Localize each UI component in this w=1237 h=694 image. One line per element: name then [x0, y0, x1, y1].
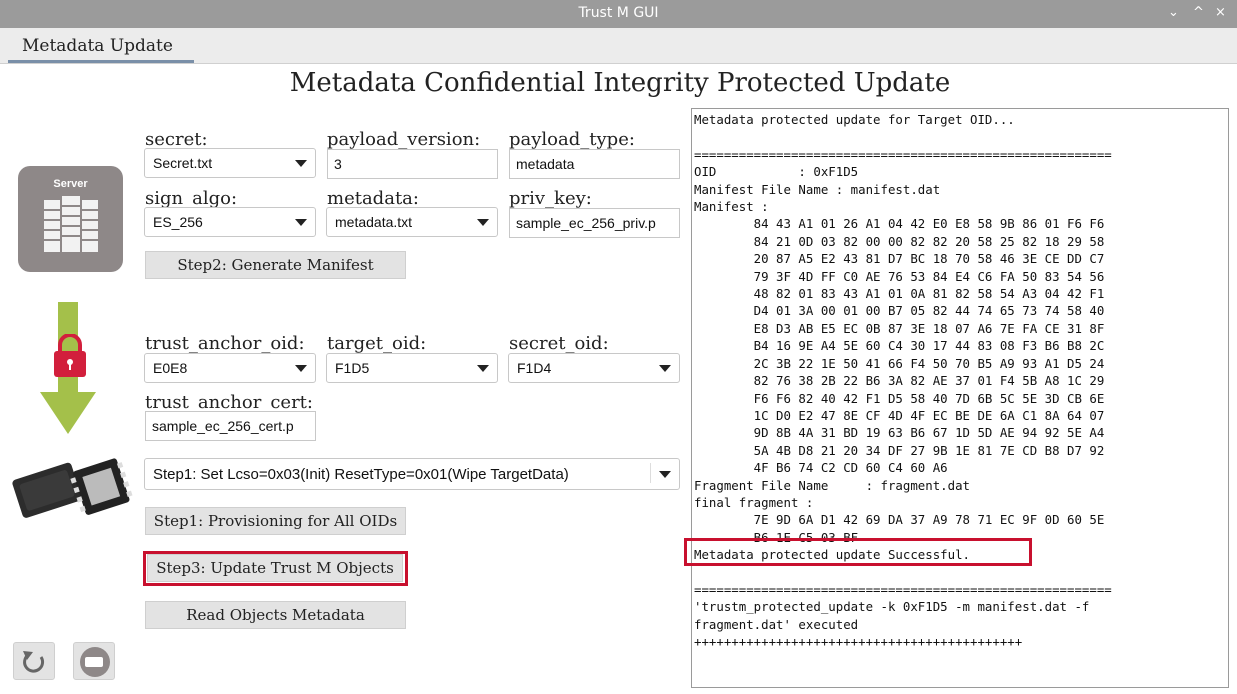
success-highlight-box [684, 538, 1032, 566]
priv-key-label: priv_key: [509, 188, 592, 209]
payload-version-value: 3 [334, 156, 342, 172]
read-objects-metadata-button[interactable]: Read Objects Metadata [145, 601, 406, 629]
trust-anchor-cert-value: sample_ec_256_cert.p [152, 418, 294, 434]
chevron-down-icon [295, 160, 307, 167]
trust-anchor-cert-label: trust_anchor_cert: [145, 392, 313, 413]
secret-label: secret: [145, 129, 208, 150]
trust-anchor-oid-select[interactable]: E0E8 [144, 353, 316, 383]
sign-algo-value: ES_256 [153, 214, 203, 230]
window-title: Trust M GUI [578, 5, 659, 21]
generate-manifest-button[interactable]: Step2: Generate Manifest [145, 251, 406, 279]
payload-version-label: payload_version: [327, 129, 481, 150]
sign-algo-label: sign_algo: [145, 188, 238, 209]
secret-value: Secret.txt [153, 155, 213, 171]
payload-version-input[interactable]: 3 [327, 149, 498, 179]
target-oid-value: F1D5 [335, 360, 370, 376]
secret-oid-select[interactable]: F1D4 [508, 353, 680, 383]
chevron-down-icon [295, 219, 307, 226]
chip-icon [12, 458, 133, 518]
trust-anchor-oid-value: E0E8 [153, 360, 188, 376]
back-button[interactable] [13, 642, 55, 680]
chevron-down-icon [477, 365, 489, 372]
refresh-icon [23, 651, 45, 673]
priv-key-input[interactable]: sample_ec_256_priv.p [509, 208, 680, 238]
secret-select[interactable]: Secret.txt [144, 148, 316, 178]
settings-button[interactable] [73, 642, 115, 680]
secret-oid-label: secret_oid: [509, 333, 609, 354]
secret-oid-value: F1D4 [517, 360, 552, 376]
sign-algo-select[interactable]: ES_256 [144, 207, 316, 237]
tab-strip: Metadata Update [0, 28, 1237, 64]
trust-anchor-cert-input[interactable]: sample_ec_256_cert.p [145, 411, 316, 441]
close-button[interactable]: × [1215, 5, 1226, 20]
button-highlight-box [143, 551, 408, 586]
metadata-label: metadata: [327, 188, 419, 209]
payload-type-label: payload_type: [509, 129, 635, 150]
priv-key-value: sample_ec_256_priv.p [516, 215, 656, 231]
output-console[interactable]: Metadata protected update for Target OID… [691, 108, 1229, 688]
metadata-value: metadata.txt [335, 214, 413, 230]
target-oid-label: target_oid: [327, 333, 427, 354]
chevron-down-icon [295, 365, 307, 372]
chevron-down-icon [659, 365, 671, 372]
page-title: Metadata Confidential Integrity Protecte… [289, 68, 951, 98]
step1-option-value: Step1: Set Lcso=0x03(Init) ResetType=0x0… [153, 466, 569, 483]
combo-separator [650, 463, 651, 483]
console-text: Metadata protected update for Target OID… [694, 112, 1112, 650]
metadata-select[interactable]: metadata.txt [326, 207, 498, 237]
target-oid-select[interactable]: F1D5 [326, 353, 498, 383]
chip-settings-icon [80, 647, 110, 677]
step1-option-select[interactable]: Step1: Set Lcso=0x03(Init) ResetType=0x0… [144, 458, 680, 490]
active-tab-indicator [8, 60, 194, 63]
lock-icon [54, 334, 86, 377]
minimize-button[interactable]: ⌄ [1168, 5, 1179, 20]
window-titlebar: Trust M GUI ⌄ ^ × [0, 0, 1237, 28]
chevron-down-icon [659, 471, 671, 478]
trust-anchor-oid-label: trust_anchor_oid: [145, 333, 305, 354]
payload-type-input[interactable]: metadata [509, 149, 680, 179]
payload-type-value: metadata [516, 156, 575, 172]
chevron-down-icon [477, 219, 489, 226]
provisioning-button[interactable]: Step1: Provisioning for All OIDs [145, 507, 406, 535]
server-rack-graphic [44, 196, 98, 252]
server-icon: Server [18, 166, 123, 272]
maximize-button[interactable]: ^ [1193, 5, 1204, 20]
